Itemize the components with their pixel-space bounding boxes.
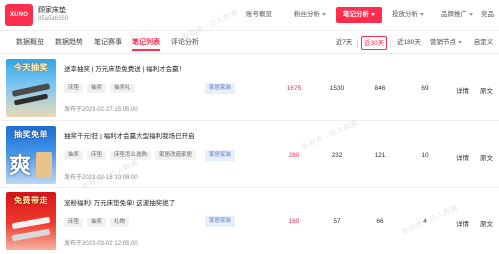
chevron-down-icon bbox=[371, 12, 375, 16]
divider bbox=[357, 39, 358, 48]
note-type-badge: 家居家装 bbox=[205, 150, 236, 161]
nav-fans-analysis[interactable]: 粉丝分析 bbox=[289, 7, 331, 23]
top-header: XUNO 顾家床垫 85a5a6350 账号概览 粉丝分析 笔记分析 投放分析 … bbox=[0, 0, 499, 31]
details-link[interactable]: 详情 bbox=[456, 218, 469, 228]
period-custom[interactable]: 自定义 bbox=[468, 36, 499, 50]
sub-tab-bar: 数据概览 数据趋势 笔记赛事 笔记列表 评论分析 近7天 近30天 近180天 … bbox=[0, 32, 499, 54]
metric-comments: 10 bbox=[421, 152, 429, 159]
tag: 床垫怎么选购 bbox=[110, 151, 152, 160]
tab-data-overview[interactable]: 数据概览 bbox=[16, 37, 44, 51]
chevron-down-icon bbox=[420, 12, 424, 16]
metric-likes: 57 bbox=[333, 218, 341, 225]
details-link[interactable]: 详情 bbox=[456, 85, 469, 95]
tag-list: 床垫 抽奖 礼物 bbox=[64, 210, 133, 227]
mattress-image bbox=[11, 228, 51, 242]
tag: 抽奖 bbox=[87, 84, 107, 93]
brand-logo: XUNO bbox=[5, 4, 33, 26]
metric-comments: 4 bbox=[423, 218, 427, 225]
period-180d[interactable]: 近180天 bbox=[394, 36, 424, 50]
period-label: 自定义 bbox=[473, 39, 494, 46]
tag: 家居改造家居 bbox=[155, 151, 197, 160]
nav-competitor[interactable]: 竞品分析 bbox=[481, 7, 499, 23]
tag: 礼物 bbox=[110, 218, 130, 227]
post-thumbnail[interactable]: 今天抽奖 bbox=[6, 59, 56, 117]
tag-list: 抽奖 床垫 床垫怎么选购 家居改造家居 bbox=[64, 143, 200, 160]
tab-data-trend[interactable]: 数据趋势 bbox=[55, 37, 83, 51]
period-label: 营销节点 bbox=[430, 39, 456, 46]
post-title[interactable]: 送幸抽奖 | 万元床垫免费送 | 福利才会赢！ bbox=[64, 63, 185, 73]
nav-account-overview[interactable]: 账号概览 bbox=[240, 7, 278, 23]
source-link[interactable]: 原文 bbox=[480, 85, 493, 95]
table-row[interactable]: 抽奖免单 爽 抽奖千元!狂 | 福利才会赢大型福利我场已开启 抽奖 床垫 床垫怎么选… bbox=[0, 122, 499, 188]
thumbnail-caption: 今天抽奖 bbox=[14, 63, 48, 72]
metric-interactions: 280 bbox=[288, 152, 300, 159]
tab-comment-analysis[interactable]: 评论分析 bbox=[171, 37, 199, 51]
nav-brand-promo[interactable]: 品牌推广 bbox=[436, 7, 478, 23]
metric-favorites: 846 bbox=[374, 85, 386, 92]
tab-note-list[interactable]: 笔记列表 bbox=[132, 37, 160, 51]
nav-label: 账号概览 bbox=[246, 11, 272, 18]
tab-note-contest[interactable]: 笔记赛事 bbox=[94, 37, 122, 51]
post-thumbnail[interactable]: 免费带走 bbox=[6, 192, 56, 250]
chevron-down-icon bbox=[458, 40, 462, 44]
metric-favorites: 66 bbox=[376, 218, 384, 225]
mattress-image bbox=[11, 216, 51, 230]
tag: 床垫 bbox=[64, 84, 84, 93]
post-title[interactable]: 宠粉福利! 万元床垫免单! 这波抽奖绝了 bbox=[64, 197, 175, 207]
period-7d[interactable]: 近7天 bbox=[333, 36, 355, 50]
post-date: 发布于2023-02-27 15:05:00 bbox=[64, 107, 138, 113]
post-date: 发布于2023-02-16 10:08:00 bbox=[64, 175, 138, 181]
thumbnail-caption: 抽奖免单 bbox=[14, 130, 48, 139]
product-image bbox=[36, 152, 52, 178]
account-id: 85a5a6350 bbox=[38, 16, 69, 22]
nav-label: 竞品分析 bbox=[481, 11, 494, 18]
thumbnail-graphic: 爽 bbox=[9, 154, 32, 179]
tag: 抽奖 bbox=[64, 151, 84, 160]
tag-list: 床垫 抽奖 抽奖礼 bbox=[64, 76, 139, 93]
nav-label: 品牌推广 bbox=[441, 11, 467, 18]
source-link[interactable]: 原文 bbox=[480, 152, 493, 162]
chevron-down-icon bbox=[322, 12, 326, 16]
table-row[interactable]: 今天抽奖 送幸抽奖 | 万元床垫免费送 | 福利才会赢！ 床垫 抽奖 抽奖礼 发布于… bbox=[0, 55, 499, 121]
divider bbox=[390, 39, 391, 48]
thumbnail-caption: 免费带走 bbox=[14, 196, 48, 205]
metric-comments: 69 bbox=[421, 85, 429, 92]
nav-label: 投放分析 bbox=[392, 11, 418, 18]
source-link[interactable]: 原文 bbox=[480, 218, 493, 228]
metric-likes: 232 bbox=[331, 152, 343, 159]
account-name: 顾家床垫 bbox=[38, 7, 66, 14]
tag: 床垫 bbox=[64, 218, 84, 227]
nav-label: 笔记分析 bbox=[343, 11, 369, 18]
metric-interactions: 1675 bbox=[286, 85, 302, 92]
nav-note-analysis[interactable]: 笔记分析 bbox=[336, 7, 382, 23]
post-title[interactable]: 抽奖千元!狂 | 福利才会赢大型福利我场已开启 bbox=[64, 130, 195, 140]
metric-likes: 1530 bbox=[329, 85, 345, 92]
tag: 抽奖礼 bbox=[110, 84, 135, 93]
post-date: 发布于2023-03-02 12:05:00 bbox=[64, 241, 138, 247]
period-30d[interactable]: 近30天 bbox=[361, 36, 387, 50]
post-thumbnail[interactable]: 抽奖免单 爽 bbox=[6, 126, 56, 184]
nav-ad-analysis[interactable]: 投放分析 bbox=[387, 7, 429, 23]
metric-favorites: 121 bbox=[374, 152, 386, 159]
note-type-badge: 家居家装 bbox=[205, 216, 236, 227]
note-type-badge: 家居家装 bbox=[205, 83, 236, 94]
details-link[interactable]: 详情 bbox=[456, 152, 469, 162]
metric-interactions: 160 bbox=[288, 218, 300, 225]
tag: 抽奖 bbox=[87, 218, 107, 227]
chevron-down-icon bbox=[469, 12, 473, 16]
nav-label: 粉丝分析 bbox=[294, 11, 320, 18]
table-row[interactable]: 免费带走 宠粉福利! 万元床垫免单! 这波抽奖绝了 床垫 抽奖 礼物 发布于2023… bbox=[0, 189, 499, 254]
period-marketing-node[interactable]: 营销节点 bbox=[428, 36, 464, 50]
tag: 床垫 bbox=[87, 151, 107, 160]
